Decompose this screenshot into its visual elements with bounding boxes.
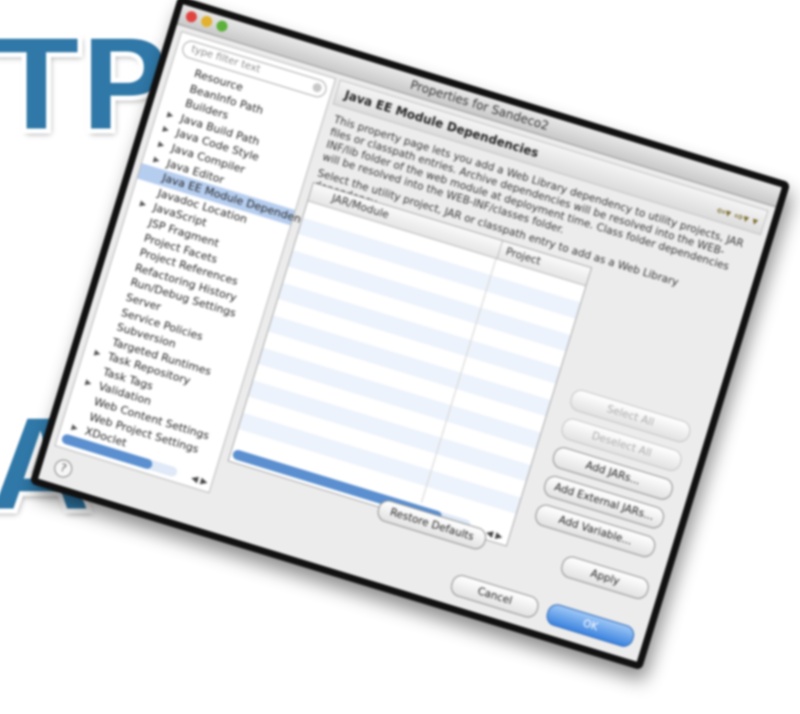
action-buttons: Select All Deselect All Add JARs... Add …: [532, 387, 693, 560]
clear-filter-icon[interactable]: [311, 82, 323, 94]
help-icon[interactable]: ?: [51, 457, 75, 480]
table-scroll-arrows[interactable]: ◀ ▶: [485, 528, 504, 542]
